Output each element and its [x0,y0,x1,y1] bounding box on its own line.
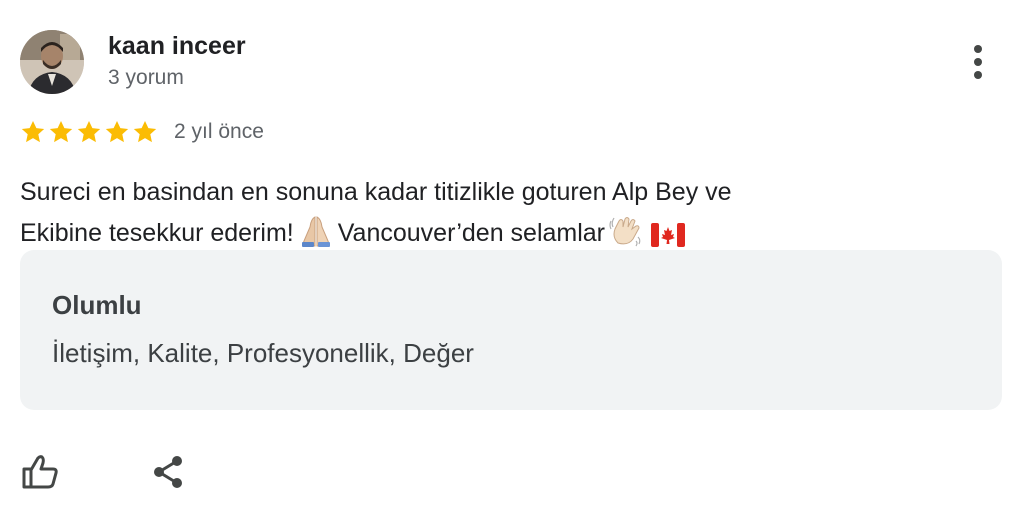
more-options-button[interactable] [958,40,998,84]
rating-row: 2 yıl önce [20,118,264,146]
attributes-box: Olumlu İletişim, Kalite, Profesyonellik,… [20,250,1002,410]
like-button[interactable] [18,450,62,494]
avatar-image [20,30,84,94]
author-review-count: 3 yorum [108,66,184,89]
star-rating [20,119,158,145]
star-icon [133,120,157,143]
avatar[interactable] [20,30,84,94]
thumbs-up-icon [22,455,58,489]
author-name[interactable]: kaan inceer [108,32,246,61]
review-text-line-1: Sureci en basindan en sonuna kadar titiz… [20,178,732,206]
attributes-values: İletişim, Kalite, Profesyonellik, Değer [52,338,474,368]
review-text-part-2: Vancouver’den selamlar [337,219,606,247]
star-icon [105,120,129,143]
star-icon [21,120,45,143]
share-icon [154,456,182,488]
more-vert-icon [974,45,982,79]
share-button[interactable] [146,450,190,494]
review-text: Sureci en basindan en sonuna kadar titiz… [20,172,860,260]
star-icon [49,120,73,143]
attributes-title: Olumlu [52,290,142,320]
review-date: 2 yıl önce [174,120,264,143]
star-icon [77,120,101,143]
review-text-part-1: Ekibine tesekkur ederim! [20,219,294,247]
